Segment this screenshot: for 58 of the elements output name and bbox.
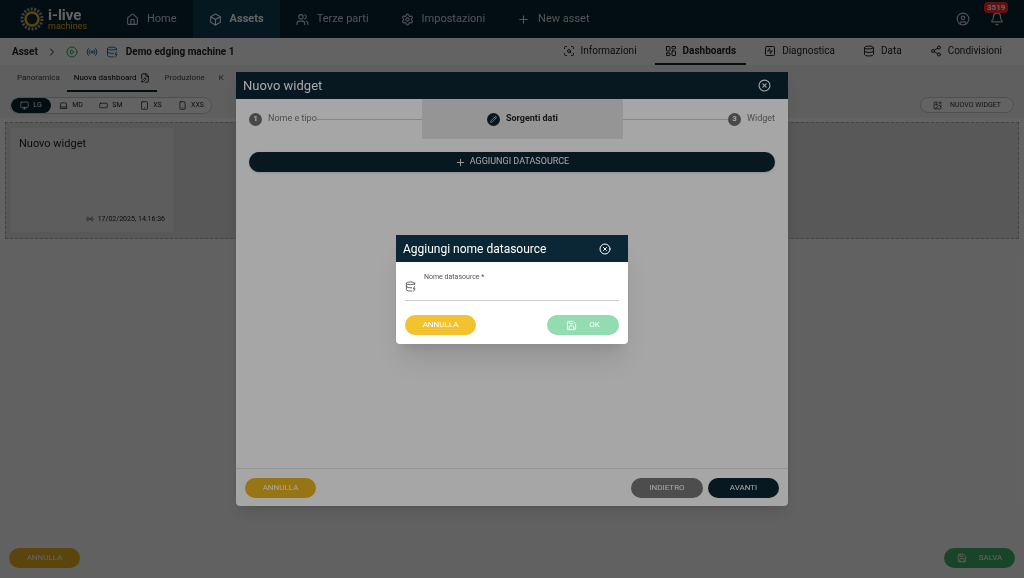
tablet-icon: [99, 100, 109, 110]
dashboard-tab[interactable]: Produzione: [157, 65, 212, 92]
close-icon[interactable]: [758, 79, 771, 92]
notification-badge: 3519: [984, 2, 1009, 13]
nav-item[interactable]: Terze parti: [279, 0, 385, 38]
close-icon[interactable]: [599, 242, 611, 255]
asset-tab[interactable]: Informazioni: [552, 38, 647, 65]
cancel-button[interactable]: ANNULLA: [245, 477, 316, 498]
edit-icon: [140, 72, 151, 83]
monitor-icon: [20, 100, 30, 110]
logo-text: i-live: [48, 7, 82, 22]
cube-icon: [208, 12, 222, 26]
modal-title: Nuovo widget: [243, 76, 323, 95]
signal-icon: [85, 214, 94, 223]
step-label: Sorgenti dati: [505, 112, 558, 126]
next-button[interactable]: AVANTI: [708, 477, 779, 498]
save-icon: [566, 319, 578, 331]
gear-icon: [400, 12, 414, 26]
step-number: 1: [249, 112, 262, 126]
step-label: Nome e tipo: [268, 112, 317, 126]
dialog-title: Aggiungi nome datasource: [403, 240, 547, 258]
scan-icon: [562, 44, 575, 57]
activity-icon: [764, 44, 777, 57]
step-label: Widget: [747, 112, 775, 126]
gear-logo-icon: [20, 7, 44, 31]
add-datasource-button[interactable]: AGGIUNGI DATASOURCE: [249, 152, 775, 172]
dashboard-icon: [664, 44, 677, 57]
plus-icon: [454, 156, 466, 168]
save-icon: [956, 553, 967, 563]
image-plus-icon: [933, 100, 943, 110]
widget-title: Nuovo widget: [19, 136, 88, 152]
nav-item[interactable]: Impostazioni: [384, 0, 502, 38]
asset-name: Demo edging machine 1: [125, 45, 235, 59]
step-number: 3: [728, 112, 741, 126]
nav-item[interactable]: Assets: [192, 0, 280, 38]
share-icon: [929, 44, 942, 57]
database-icon: [862, 44, 875, 57]
nav-item[interactable]: New asset: [501, 0, 606, 38]
tablet-icon: [140, 100, 150, 110]
database-icon: [405, 281, 416, 292]
logo-tagline: machines: [48, 21, 88, 31]
save-button[interactable]: SALVA: [944, 548, 1015, 568]
phone-icon: [178, 100, 188, 110]
asset-tab[interactable]: Diagnostica: [754, 38, 845, 65]
asset-tab[interactable]: Data: [852, 38, 912, 65]
database-icon: [105, 45, 118, 58]
pencil-icon: [486, 112, 500, 126]
signal-icon: [85, 45, 98, 58]
plus-icon: [517, 12, 531, 26]
play-icon: [65, 45, 78, 58]
back-button[interactable]: INDIETRO: [631, 477, 703, 498]
cancel-button[interactable]: ANNULLA: [405, 315, 476, 335]
users-icon: [295, 12, 309, 26]
nav-item[interactable]: Home: [110, 0, 193, 38]
asset-tab[interactable]: Condivisioni: [919, 38, 1012, 65]
laptop-icon: [59, 100, 69, 110]
home-icon: [126, 12, 139, 26]
breadcrumb-link[interactable]: Asset: [12, 44, 38, 59]
